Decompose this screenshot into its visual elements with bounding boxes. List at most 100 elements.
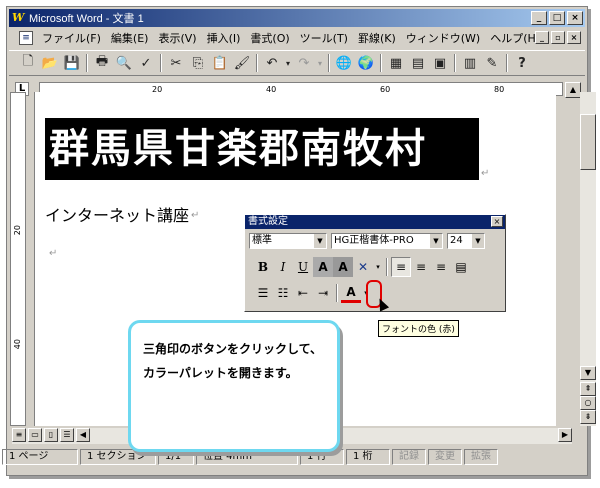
scroll-down-button[interactable]: ▼ [580, 366, 596, 380]
undo-dropdown-icon[interactable]: ▾ [283, 52, 293, 74]
scroll-thumb[interactable] [580, 114, 596, 170]
spelling-icon[interactable]: ✓ [135, 52, 157, 74]
toolbar-separator [160, 54, 162, 72]
vertical-scrollbar[interactable]: ▼ ⇞ ○ ⇟ [580, 92, 596, 426]
prev-page-button[interactable]: ⇞ [580, 382, 596, 396]
align-right-icon[interactable]: ≡ [431, 257, 451, 277]
outline-view-button[interactable]: ☰ [60, 428, 74, 442]
chevron-down-icon[interactable]: ▾ [373, 257, 383, 277]
increase-indent-icon[interactable]: ⇥ [313, 283, 333, 303]
document-icon[interactable]: ≡ [19, 31, 33, 45]
menu-insert[interactable]: 挿入(I) [202, 30, 246, 46]
cut-icon[interactable]: ✂ [165, 52, 187, 74]
toolbar-separator [380, 54, 382, 72]
paragraph-mark: ↵ [481, 168, 490, 179]
doc-close-button[interactable]: × [567, 31, 581, 44]
format-painter-icon[interactable]: 🖌 [231, 52, 253, 74]
align-center-icon[interactable]: ≡ [411, 257, 431, 277]
doc-minimize-button[interactable]: _ [535, 31, 549, 44]
redo-icon[interactable]: ↷ [293, 52, 315, 74]
document-controls: _ ▫ × [535, 31, 581, 44]
insert-table-icon[interactable]: ▤ [407, 52, 429, 74]
menu-format[interactable]: 書式(O) [245, 30, 294, 46]
menu-bar: ≡ ファイル(F) 編集(E) 表示(V) 挿入(I) 書式(O) ツール(T)… [9, 28, 585, 48]
menu-file[interactable]: ファイル(F) [37, 30, 106, 46]
drawing-icon[interactable]: ✎ [481, 52, 503, 74]
maximize-button[interactable]: □ [549, 11, 565, 25]
font-size-value: 24 [450, 235, 463, 246]
new-document-icon[interactable]: 🗋 [17, 52, 39, 74]
toolbar-separator [256, 54, 258, 72]
decrease-indent-icon[interactable]: ⇤ [293, 283, 313, 303]
callout-line-1: 三角印のボタンをクリックして、 [143, 342, 323, 356]
character-scaling-icon[interactable]: ✕ [353, 257, 373, 277]
paste-icon[interactable]: 📋 [209, 52, 231, 74]
word-app-icon: W [12, 11, 25, 24]
vertical-ruler[interactable]: 20 40 [10, 92, 26, 426]
bullets-icon[interactable]: ☷ [273, 283, 293, 303]
paragraph-mark: ↵ [191, 210, 200, 221]
font-size-select[interactable]: 24 ▼ [447, 233, 485, 249]
menu-edit[interactable]: 編集(E) [106, 30, 154, 46]
scroll-up-button[interactable]: ▲ [565, 82, 581, 98]
character-border-icon[interactable]: A [313, 257, 333, 277]
formatting-toolbar-title-text: 書式設定 [248, 216, 288, 227]
title-bar: W Microsoft Word - 文書 1 _ □ × [9, 9, 585, 27]
distributed-align-icon[interactable]: ▤ [451, 257, 471, 277]
minimize-button[interactable]: _ [531, 11, 547, 25]
formatting-buttons-row: B I U A A ✕ ▾ ≡ ≡ ≡ ▤ [253, 257, 471, 277]
menu-table[interactable]: 罫線(K) [353, 30, 401, 46]
formatting-combos: 標準 ▼ HG正楷書体-PRO ▼ 24 ▼ [249, 233, 485, 249]
copy-icon[interactable]: ⎘ [187, 52, 209, 74]
body-text: インターネット講座 [45, 206, 190, 225]
menu-view[interactable]: 表示(V) [153, 30, 201, 46]
undo-icon[interactable]: ↶ [261, 52, 283, 74]
formatting-toolbar-close-button[interactable]: × [491, 216, 503, 227]
formatting-toolbar-title[interactable]: 書式設定 × [245, 215, 505, 229]
style-select[interactable]: 標準 ▼ [249, 233, 327, 249]
numbering-icon[interactable]: ☰ [253, 283, 273, 303]
close-button[interactable]: × [567, 11, 583, 25]
status-track-changes[interactable]: 変更 [428, 449, 462, 465]
status-record[interactable]: 記録 [392, 449, 426, 465]
character-shading-icon[interactable]: A [333, 257, 353, 277]
chevron-down-icon[interactable]: ▼ [472, 234, 484, 248]
save-icon[interactable]: 💾 [61, 52, 83, 74]
browse-object-button[interactable]: ○ [580, 396, 596, 410]
menu-window[interactable]: ウィンドウ(W) [401, 30, 485, 46]
columns-icon[interactable]: ▥ [459, 52, 481, 74]
print-preview-icon[interactable]: 🔍 [113, 52, 135, 74]
menu-tools[interactable]: ツール(T) [295, 30, 353, 46]
formatting-buttons-row: ☰ ☷ ⇤ ⇥ A ▾ [253, 283, 371, 303]
web-layout-button[interactable]: ▭ [28, 428, 42, 442]
chevron-down-icon[interactable]: ▼ [314, 234, 326, 248]
scroll-left-button[interactable]: ◀ [76, 428, 90, 442]
insert-excel-icon[interactable]: ▣ [429, 52, 451, 74]
font-select[interactable]: HG正楷書体-PRO ▼ [331, 233, 443, 249]
redo-dropdown-icon[interactable]: ▾ [315, 52, 325, 74]
underline-icon[interactable]: U [293, 257, 313, 277]
normal-view-button[interactable]: ≡ [12, 428, 26, 442]
scroll-right-button[interactable]: ▶ [558, 428, 572, 442]
status-extend[interactable]: 拡張 [464, 449, 498, 465]
window-title: Microsoft Word - 文書 1 [29, 13, 144, 25]
print-layout-button[interactable]: ▯ [44, 428, 58, 442]
chevron-down-icon[interactable]: ▼ [430, 234, 442, 248]
print-icon[interactable]: 🖶 [91, 52, 113, 74]
help-icon[interactable]: ? [511, 52, 533, 74]
next-page-button[interactable]: ⇟ [580, 410, 596, 424]
hyperlink-icon[interactable]: 🌐 [333, 52, 355, 74]
tables-borders-icon[interactable]: ▦ [385, 52, 407, 74]
font-color-icon[interactable]: A [341, 283, 361, 303]
align-left-icon[interactable]: ≡ [391, 257, 411, 277]
standard-toolbar: 🗋 📂 💾 🖶 🔍 ✓ ✂ ⎘ 📋 🖌 ↶ ▾ ↷ ▾ 🌐 🌍 ▦ ▤ ▣ ▥ … [9, 50, 585, 76]
window-controls: _ □ × [531, 11, 583, 25]
web-toolbar-icon[interactable]: 🌍 [355, 52, 377, 74]
toolbar-separator [454, 54, 456, 72]
instruction-callout: 三角印のボタンをクリックして、 カラーパレットを開きます。 [128, 320, 340, 452]
open-folder-icon[interactable]: 📂 [39, 52, 61, 74]
bold-icon[interactable]: B [253, 257, 273, 277]
doc-restore-button[interactable]: ▫ [551, 31, 565, 44]
toolbar-separator [86, 54, 88, 72]
italic-icon[interactable]: I [273, 257, 293, 277]
